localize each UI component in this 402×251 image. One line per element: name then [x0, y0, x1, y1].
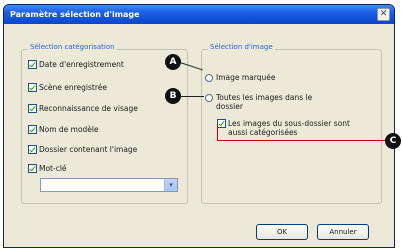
checkbox-subfolder[interactable]: Les images du sous-dossier sont aussi ca… — [217, 119, 356, 137]
radio-all-images[interactable]: Toutes les images dans le dossier — [205, 93, 321, 111]
close-icon: ✕ — [379, 9, 388, 19]
categorisation-group-title: Sélection catégorisation — [28, 43, 117, 51]
checkbox-scene[interactable]: Scène enregistrée — [28, 83, 107, 92]
checkbox-label: Nom de modèle — [39, 125, 99, 134]
keyword-checkbox-box[interactable] — [28, 164, 37, 173]
callout-b-leader — [180, 96, 204, 97]
callout-b-label: B — [169, 91, 177, 101]
dialog-window: Paramètre sélection d'image ✕ Sélection … — [3, 4, 395, 248]
callout-c-label: C — [389, 136, 397, 146]
checkbox-keyword[interactable]: Mot-clé — [28, 164, 67, 173]
checkbox-label: Reconnaissance de visage — [39, 104, 138, 113]
ok-button[interactable]: OK — [256, 224, 308, 240]
callout-c-leader-vertical — [217, 124, 218, 141]
checkbox-face-recognition[interactable]: Reconnaissance de visage — [28, 104, 138, 113]
checkbox-label: Les images du sous-dossier sont aussi ca… — [228, 119, 350, 137]
checkbox-label: Mot-clé — [39, 164, 67, 173]
ok-button-label: OK — [276, 228, 288, 236]
keyword-dropdown[interactable]: ▾ — [40, 178, 178, 192]
checkbox-label: Dossier contenant l'image — [39, 145, 138, 154]
checkbox-model-name[interactable]: Nom de modèle — [28, 125, 99, 134]
face-recognition-checkbox-box[interactable] — [28, 104, 37, 113]
radio-label: Image marquée — [216, 73, 276, 82]
callout-a-label: A — [169, 57, 177, 67]
checkbox-label: Scène enregistrée — [39, 83, 107, 92]
date-checkbox-box[interactable] — [28, 60, 37, 69]
image-selection-group-title: Sélection d'image — [208, 43, 275, 51]
callout-b: B — [165, 88, 181, 104]
cancel-button-label: Annuler — [329, 228, 357, 236]
callout-c: C — [385, 133, 401, 149]
scene-checkbox-box[interactable] — [28, 83, 37, 92]
checkbox-label: Date d'enregistrement — [39, 60, 124, 69]
radio-all-images-button[interactable] — [205, 94, 213, 102]
radio-label: Toutes les images dans le dossier — [216, 93, 313, 111]
radio-marked-image-button[interactable] — [205, 74, 213, 82]
callout-a: A — [165, 54, 181, 70]
chevron-down-icon[interactable]: ▾ — [164, 179, 177, 191]
subfolder-checkbox-box[interactable] — [217, 119, 226, 128]
radio-marked-image[interactable]: Image marquée — [205, 73, 275, 82]
checkbox-date[interactable]: Date d'enregistrement — [28, 60, 124, 69]
title-bar[interactable]: Paramètre sélection d'image — [4, 5, 394, 24]
close-button[interactable]: ✕ — [377, 8, 390, 21]
checkbox-folder[interactable]: Dossier contenant l'image — [28, 145, 137, 154]
callout-c-leader-horizontal — [217, 140, 386, 141]
folder-checkbox-box[interactable] — [28, 145, 37, 154]
dialog-title: Paramètre sélection d'image — [10, 10, 140, 19]
cancel-button[interactable]: Annuler — [317, 224, 369, 240]
model-name-checkbox-box[interactable] — [28, 125, 37, 134]
